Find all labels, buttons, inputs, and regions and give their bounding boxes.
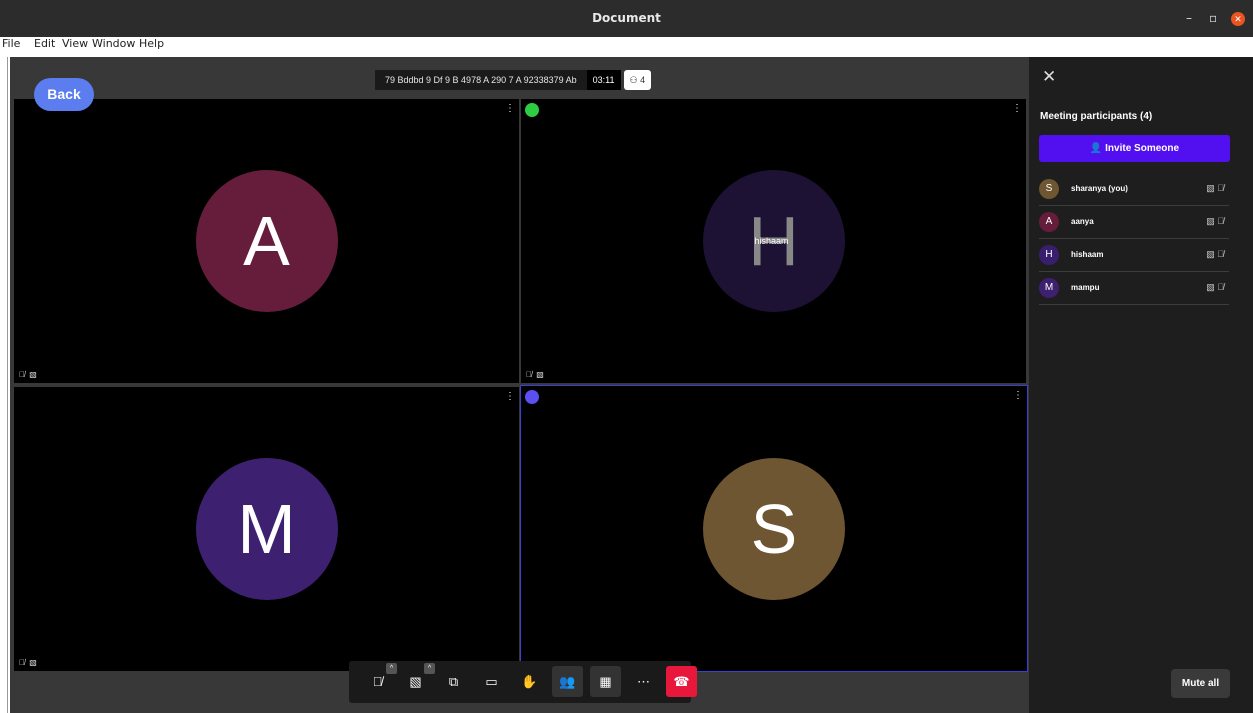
layout-button[interactable]: ▦ [590, 666, 621, 697]
muted-status-icons: 🎙̸ ▧ [19, 658, 38, 667]
camera-mic-off-icons: ▧ 🎙̸ [1206, 282, 1224, 292]
menu-help[interactable]: Help [139, 37, 164, 50]
end-call-button[interactable]: ☎ [666, 666, 697, 697]
meeting-toolbar: 🎙̸ ^ ▧ ^ ⧉ ▭ ✋ 👥 ▦ ⋯ ☎ [349, 661, 697, 703]
invite-someone-button[interactable]: 👤 Invite Someone [1039, 135, 1230, 162]
camera-mic-off-icons: ▧ 🎙̸ [1206, 249, 1224, 259]
meeting-app: 79 Bddbd 9 Df 9 B 4978 A 290 7 A 9233837… [10, 57, 1253, 713]
back-button[interactable]: Back [34, 78, 94, 111]
chat-icon: ▭ [485, 674, 498, 689]
participant-name: hishaam [1071, 250, 1104, 259]
more-actions-button[interactable]: ⋯ [628, 666, 659, 697]
ellipsis-icon: ⋯ [637, 674, 650, 689]
avatar: A [195, 170, 338, 312]
muted-status-icons: 🎙̸ ▧ [526, 370, 545, 379]
hand-icon: ✋ [521, 674, 538, 689]
more-options-icon[interactable]: ⋮ [1013, 390, 1023, 402]
participant-avatar: A [1039, 212, 1059, 232]
menu-file[interactable]: File [2, 37, 20, 50]
title-bar: Document – ▫ ✕ [0, 0, 1253, 37]
hang-up-icon: ☎ [673, 674, 690, 689]
video-tile-h[interactable]: H hishaam ⋮ 🎙̸ ▧ [521, 99, 1026, 383]
participant-name-overlay: hishaam [754, 236, 789, 246]
participant-row[interactable]: S sharanya (you) ▧ 🎙̸ [1039, 173, 1229, 206]
participant-name: mampu [1071, 283, 1100, 292]
close-panel-icon[interactable]: ✕ [1042, 67, 1056, 87]
participant-avatar: H [1039, 245, 1059, 265]
chat-button[interactable]: ▭ [476, 666, 507, 697]
pinned-indicator-icon [525, 390, 539, 404]
participant-name: sharanya (you) [1071, 184, 1128, 193]
close-window-button[interactable]: ✕ [1231, 12, 1245, 26]
panel-title: Meeting participants (4) [1040, 111, 1153, 122]
camera-off-icon: ▧ [409, 674, 422, 689]
raise-hand-button[interactable]: ✋ [514, 666, 545, 697]
meeting-info-bar: 79 Bddbd 9 Df 9 B 4978 A 290 7 A 9233837… [375, 70, 652, 90]
video-tile-m[interactable]: M ⋮ 🎙̸ ▧ [14, 387, 519, 671]
avatar: M [195, 458, 338, 600]
participant-row[interactable]: A aanya ▧ 🎙̸ [1039, 206, 1229, 239]
mute-all-button[interactable]: Mute all [1171, 669, 1230, 698]
minimize-button[interactable]: – [1186, 11, 1192, 25]
window-border [7, 57, 8, 713]
screen-share-icon: ⧉ [448, 674, 459, 689]
muted-status-icons: 🎙̸ ▧ [19, 370, 38, 379]
mic-off-icon: 🎙̸ [372, 674, 383, 689]
participants-icon: 👥 [559, 674, 576, 689]
participants-button[interactable]: 👥 [552, 666, 583, 697]
participant-avatar: S [1039, 179, 1059, 199]
menu-bar: File Edit View Window Help [0, 37, 1253, 51]
invite-label: Invite Someone [1105, 143, 1180, 154]
menu-view[interactable]: View [62, 37, 88, 50]
participants-panel: ✕ Meeting participants (4) 👤 Invite Some… [1029, 57, 1253, 713]
participant-count-badge[interactable]: ⚇ 4 [623, 70, 652, 90]
grid-layout-icon: ▦ [599, 674, 612, 689]
restore-button[interactable]: ▫ [1209, 11, 1217, 25]
mic-toggle-button[interactable]: 🎙̸ ^ [362, 663, 397, 697]
avatar: S [703, 457, 845, 600]
menu-edit[interactable]: Edit [34, 37, 55, 50]
camera-options-caret[interactable]: ^ [424, 663, 435, 674]
window-title: Document [592, 11, 661, 25]
speaker-indicator-icon [525, 103, 539, 117]
video-tile-a[interactable]: A ⋮ 🎙̸ ▧ [14, 99, 519, 383]
meeting-title: 79 Bddbd 9 Df 9 B 4978 A 290 7 A 9233837… [375, 70, 587, 90]
screen-share-button[interactable]: ⧉ [438, 666, 469, 697]
participant-name: aanya [1071, 217, 1094, 226]
participant-avatar: M [1039, 278, 1059, 298]
participant-row[interactable]: H hishaam ▧ 🎙̸ [1039, 239, 1229, 272]
camera-toggle-button[interactable]: ▧ ^ [400, 663, 435, 697]
add-user-icon: 👤 [1089, 143, 1103, 154]
video-tile-s[interactable]: S ⋮ [520, 385, 1028, 672]
menu-window[interactable]: Window [92, 37, 135, 50]
mic-options-caret[interactable]: ^ [386, 663, 397, 674]
camera-mic-off-icons: ▧ 🎙̸ [1206, 216, 1224, 226]
participant-count: 4 [640, 75, 646, 85]
more-options-icon[interactable]: ⋮ [1012, 103, 1022, 115]
people-icon: ⚇ [629, 75, 641, 85]
more-options-icon[interactable]: ⋮ [505, 103, 515, 115]
meeting-timer: 03:11 [586, 70, 621, 90]
more-options-icon[interactable]: ⋮ [505, 391, 515, 403]
camera-mic-off-icons: ▧ 🎙̸ [1206, 183, 1224, 193]
participant-row[interactable]: M mampu ▧ 🎙̸ [1039, 272, 1229, 305]
